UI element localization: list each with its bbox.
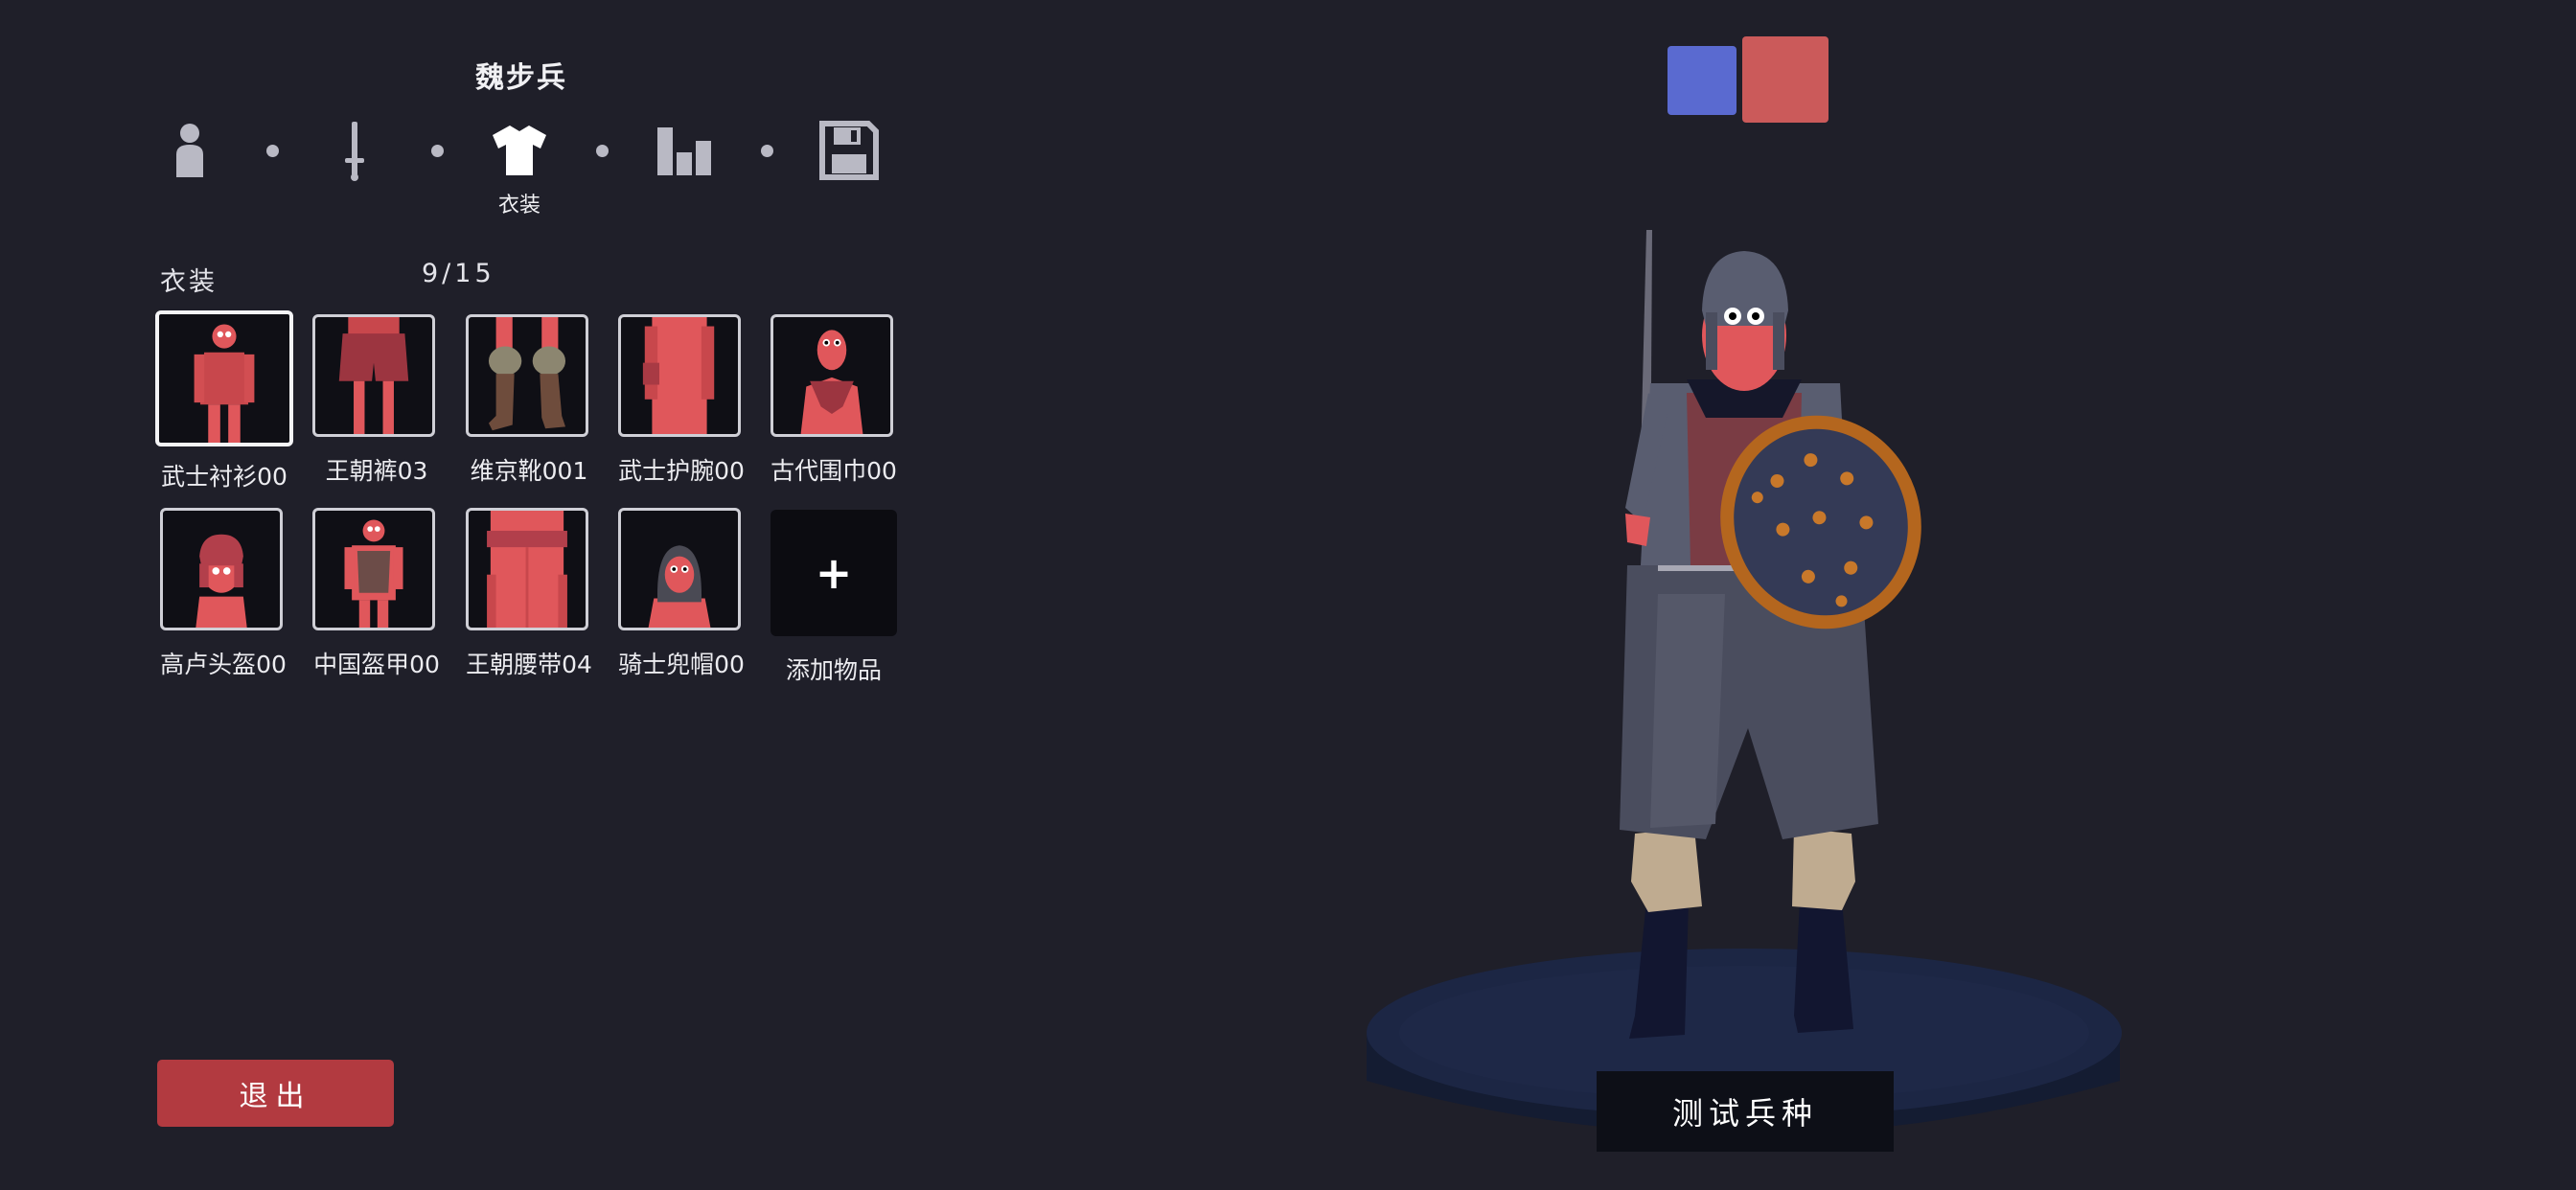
item-slot-samurai-shirt[interactable] <box>155 310 293 446</box>
step-save[interactable] <box>818 120 880 181</box>
item-name: 王朝腰带04 <box>466 651 592 678</box>
clothing-icon <box>493 126 546 175</box>
knight-hood-icon <box>648 545 711 628</box>
step-separator <box>431 145 444 157</box>
team-blue-swatch[interactable] <box>1668 46 1736 115</box>
item-slot-dynasty-pants[interactable] <box>312 314 435 437</box>
unit-name-title: 魏步兵 <box>475 61 567 95</box>
samurai-shirt-icon <box>194 324 255 443</box>
step-unit-base[interactable] <box>159 120 220 181</box>
item-slot-samurai-bracer[interactable] <box>618 314 741 437</box>
save-icon <box>819 121 879 180</box>
item-name: 骑士兜帽00 <box>618 651 745 678</box>
item-slot-knight-hood[interactable] <box>618 508 741 630</box>
step-separator <box>596 145 609 157</box>
step-clothing-label: 衣装 <box>497 194 540 217</box>
viking-boots-icon <box>488 317 566 431</box>
item-slot-chinese-armor[interactable] <box>312 508 435 630</box>
item-name: 维京靴001 <box>470 457 588 485</box>
item-slot-ancient-scarf[interactable] <box>770 314 893 437</box>
plus-icon: + <box>815 547 853 599</box>
item-name: 武士护腕00 <box>618 457 745 485</box>
item-count: 9/15 <box>422 259 495 288</box>
team-red-swatch[interactable] <box>1742 36 1828 123</box>
chinese-armor-icon <box>344 519 403 628</box>
dynasty-pants-icon <box>338 317 409 434</box>
unit-base-icon <box>176 124 203 177</box>
add-item-button[interactable]: + <box>770 510 897 636</box>
item-slot-dynasty-belt[interactable] <box>466 508 588 630</box>
soldier-model <box>1620 230 1921 1039</box>
step-weapon[interactable] <box>324 120 385 181</box>
item-name: 王朝裤03 <box>325 457 428 485</box>
step-clothing[interactable] <box>489 120 550 181</box>
exit-button[interactable]: 退出 <box>157 1060 394 1127</box>
section-label: 衣装 <box>160 267 218 297</box>
add-item-label: 添加物品 <box>785 656 882 684</box>
dynasty-belt-icon <box>487 511 567 628</box>
item-name: 中国盔甲00 <box>313 651 440 678</box>
gallic-helmet-icon <box>196 534 247 628</box>
samurai-bracer-icon <box>642 317 715 434</box>
item-slot-gallic-helmet[interactable] <box>160 508 283 630</box>
stats-icon <box>657 127 711 175</box>
item-name: 古代围巾00 <box>770 457 897 485</box>
unit-preview[interactable] <box>1342 192 2147 1188</box>
step-separator <box>266 145 279 157</box>
ancient-scarf-icon <box>800 330 863 434</box>
item-name: 高卢头盔00 <box>160 651 287 678</box>
item-name: 武士衬衫00 <box>161 463 288 491</box>
test-unit-button[interactable]: 测试兵种 <box>1597 1071 1894 1152</box>
item-slot-viking-boots[interactable] <box>466 314 588 437</box>
weapon-icon <box>345 122 364 181</box>
step-separator <box>761 145 773 157</box>
step-stats[interactable] <box>654 120 715 181</box>
